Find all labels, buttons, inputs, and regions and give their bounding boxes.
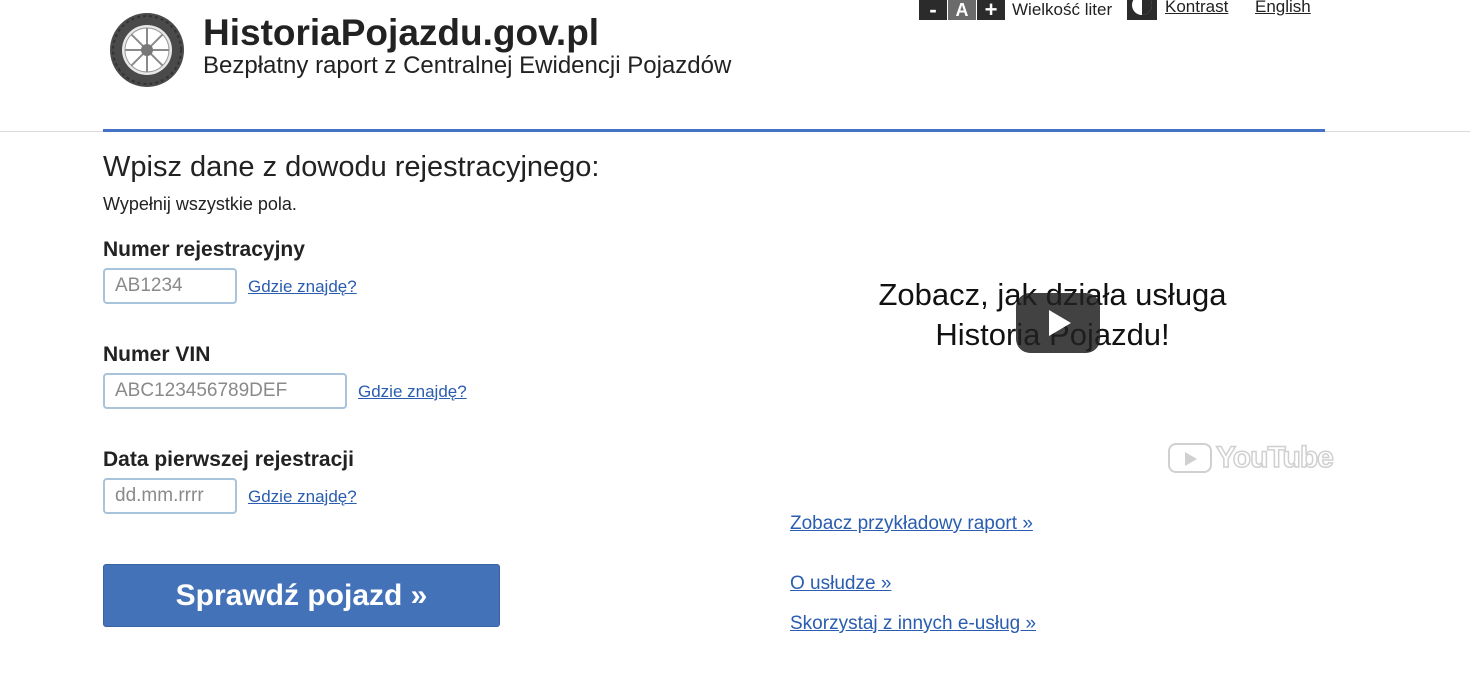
- form-heading: Wpisz dane z dowodu rejestracyjnego:: [103, 151, 600, 183]
- check-vehicle-button[interactable]: Sprawdź pojazd »: [103, 564, 500, 627]
- youtube-wordmark: YouTube: [1215, 440, 1334, 475]
- registration-input[interactable]: [103, 268, 237, 304]
- first-registration-help-link[interactable]: Gdzie znajdę?: [248, 487, 357, 507]
- font-default-button[interactable]: A: [948, 0, 976, 20]
- contrast-link[interactable]: Kontrast: [1165, 0, 1228, 17]
- registration-help-link[interactable]: Gdzie znajdę?: [248, 277, 357, 297]
- font-size-label: Wielkość liter: [1012, 0, 1113, 19]
- vin-help-link[interactable]: Gdzie znajdę?: [358, 382, 467, 402]
- first-registration-input[interactable]: [103, 478, 237, 514]
- font-decrease-button[interactable]: -: [919, 0, 947, 21]
- header-accent-rule: [103, 129, 1325, 132]
- registration-label: Numer rejestracyjny: [103, 238, 305, 261]
- tire-logo-icon: [110, 13, 184, 87]
- youtube-logo[interactable]: YouTube: [1168, 440, 1335, 475]
- vin-input[interactable]: [103, 373, 347, 409]
- about-link[interactable]: O usłudze »: [790, 573, 891, 595]
- sample-report-link[interactable]: Zobacz przykładowy raport »: [790, 513, 1033, 535]
- play-icon[interactable]: [1016, 293, 1100, 353]
- font-size-controls: - A + Wielkość liter: [919, 0, 1113, 21]
- site-subtitle: Bezpłatny raport z Centralnej Ewidencji …: [203, 52, 732, 79]
- contrast-icon[interactable]: [1127, 0, 1157, 20]
- font-increase-button[interactable]: +: [977, 0, 1005, 21]
- vin-label: Numer VIN: [103, 343, 211, 366]
- form-hint: Wypełnij wszystkie pola.: [103, 194, 297, 214]
- video-embed[interactable]: Zobacz, jak działa usługa Historia Pojaz…: [790, 255, 1334, 480]
- language-link[interactable]: English: [1255, 0, 1311, 17]
- first-registration-label: Data pierwszej rejestracji: [103, 448, 354, 471]
- youtube-play-icon: [1168, 443, 1212, 473]
- site-title: HistoriaPojazdu.gov.pl: [203, 12, 600, 53]
- other-services-link[interactable]: Skorzystaj z innych e-usług »: [790, 613, 1036, 635]
